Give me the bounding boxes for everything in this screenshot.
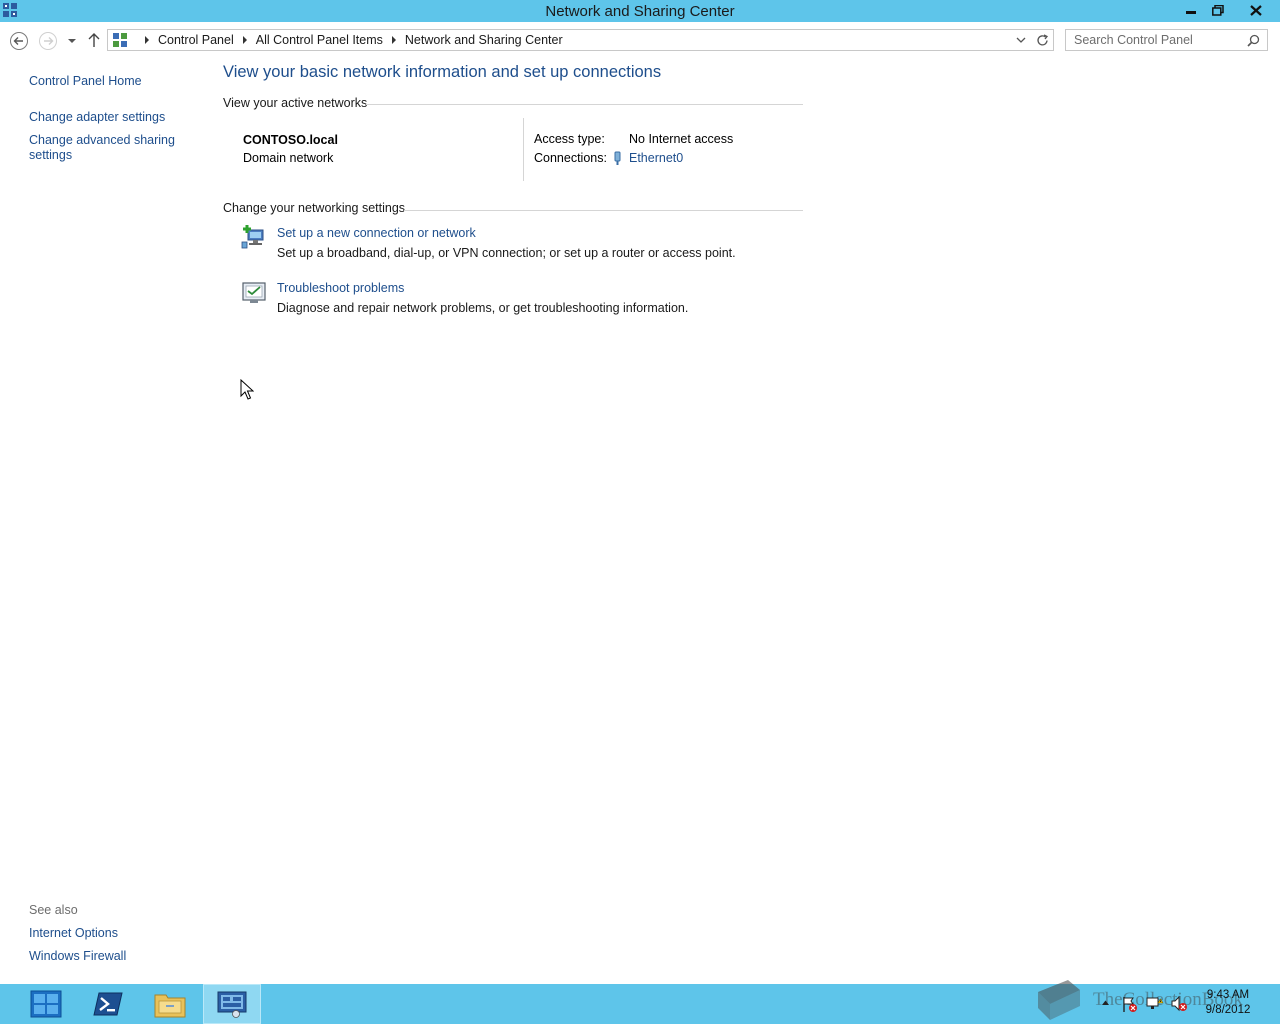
ethernet0-link[interactable]: Ethernet0 bbox=[629, 151, 683, 165]
network-name: CONTOSO.local bbox=[243, 133, 338, 147]
breadcrumb-separator-icon[interactable] bbox=[242, 36, 247, 44]
clock-time: 9:43 AM bbox=[1206, 989, 1250, 1001]
troubleshoot-description: Diagnose and repair network problems, or… bbox=[277, 301, 689, 315]
search-input[interactable] bbox=[1066, 30, 1252, 50]
back-button[interactable] bbox=[9, 31, 29, 51]
refresh-icon[interactable] bbox=[1036, 34, 1049, 47]
close-icon bbox=[1250, 5, 1262, 16]
change-adapter-settings-link[interactable]: Change adapter settings bbox=[29, 110, 165, 125]
page-title: View your basic network information and … bbox=[223, 63, 662, 81]
section-divider bbox=[366, 104, 803, 105]
mouse-cursor-icon bbox=[240, 379, 254, 400]
address-bar[interactable]: Control Panel All Control Panel Items Ne… bbox=[107, 29, 1054, 51]
minimize-icon bbox=[1186, 11, 1196, 14]
start-icon bbox=[30, 990, 62, 1018]
show-hidden-icons-chevron-up-icon[interactable] bbox=[1101, 999, 1110, 1006]
forward-button[interactable] bbox=[38, 31, 58, 51]
breadcrumb-network-and-sharing-center[interactable]: Network and Sharing Center bbox=[405, 33, 563, 47]
minimize-button[interactable] bbox=[1178, 0, 1204, 20]
change-settings-heading: Change your networking settings bbox=[223, 201, 406, 215]
section-divider bbox=[404, 210, 803, 211]
control-panel-icon bbox=[217, 991, 247, 1018]
powershell-button[interactable] bbox=[79, 984, 137, 1024]
network-setup-icon[interactable] bbox=[241, 224, 267, 250]
file-explorer-button[interactable] bbox=[141, 984, 199, 1024]
restore-icon bbox=[1212, 5, 1224, 16]
network-divider bbox=[523, 118, 524, 181]
setup-connection-link[interactable]: Set up a new connection or network bbox=[277, 226, 476, 240]
up-arrow-icon[interactable] bbox=[87, 32, 101, 48]
search-icon[interactable] bbox=[1247, 34, 1260, 47]
search-box[interactable] bbox=[1065, 29, 1268, 51]
breadcrumb: Control Panel All Control Panel Items Ne… bbox=[136, 33, 563, 47]
volume-muted-icon[interactable] bbox=[1170, 995, 1188, 1013]
watermark-book-icon bbox=[1038, 980, 1080, 1020]
internet-options-link[interactable]: Internet Options bbox=[29, 926, 118, 941]
clock-date: 9/8/2012 bbox=[1205, 1004, 1251, 1016]
access-type-label: Access type: bbox=[534, 132, 605, 146]
breadcrumb-control-panel[interactable]: Control Panel bbox=[158, 33, 234, 47]
change-advanced-sharing-settings-link[interactable]: Change advanced sharing settings bbox=[29, 133, 189, 163]
access-type-value: No Internet access bbox=[629, 132, 734, 146]
breadcrumb-separator-icon[interactable] bbox=[391, 36, 396, 44]
control-panel-home-link[interactable]: Control Panel Home bbox=[29, 74, 142, 89]
windows-firewall-link[interactable]: Windows Firewall bbox=[29, 949, 126, 964]
connections-label: Connections: bbox=[534, 151, 607, 165]
window-title: Network and Sharing Center bbox=[545, 3, 735, 20]
start-button[interactable] bbox=[17, 984, 75, 1024]
setup-connection-description: Set up a broadband, dial-up, or VPN conn… bbox=[277, 246, 736, 260]
troubleshoot-icon[interactable] bbox=[241, 281, 267, 305]
active-networks-heading: View your active networks bbox=[223, 96, 368, 110]
title-bar[interactable]: Network and Sharing Center bbox=[0, 0, 1280, 22]
file-explorer-icon bbox=[154, 994, 186, 1018]
recent-locations-chevron-down-icon[interactable] bbox=[67, 37, 77, 45]
restore-button[interactable] bbox=[1205, 0, 1231, 20]
system-clock[interactable]: 9:43 AM 9/8/2012 bbox=[1198, 988, 1258, 1018]
network-category: Domain network bbox=[243, 151, 334, 165]
address-dropdown-chevron-down-icon[interactable] bbox=[1016, 36, 1026, 44]
breadcrumb-separator-icon[interactable] bbox=[145, 36, 149, 44]
close-button[interactable] bbox=[1234, 0, 1278, 20]
network-status-icon[interactable] bbox=[1146, 995, 1164, 1013]
powershell-icon bbox=[93, 992, 123, 1016]
breadcrumb-all-control-panel-items[interactable]: All Control Panel Items bbox=[256, 33, 383, 47]
see-also-heading: See also bbox=[29, 903, 78, 917]
control-panel-icon bbox=[113, 33, 127, 47]
troubleshoot-problems-link[interactable]: Troubleshoot problems bbox=[277, 281, 404, 295]
taskbar: TheCollectionBook 9:43 AM 9/8/2012 bbox=[0, 980, 1280, 1024]
control-panel-taskbar-button[interactable] bbox=[203, 984, 261, 1024]
action-center-flag-icon[interactable] bbox=[1121, 995, 1139, 1013]
ethernet-icon bbox=[614, 151, 621, 165]
